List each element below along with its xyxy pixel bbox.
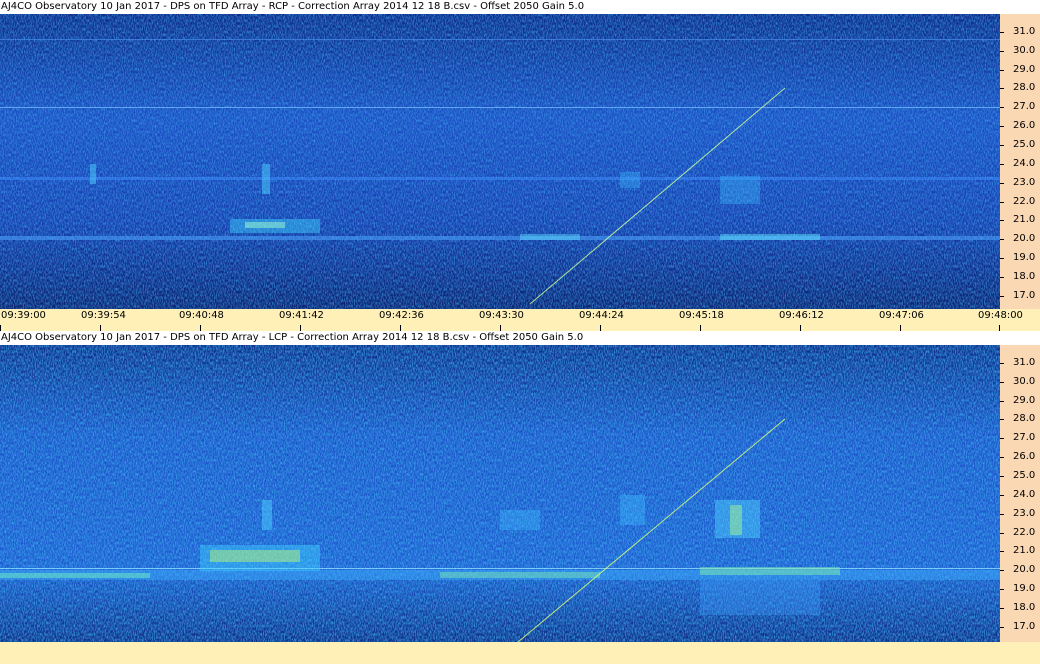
x-tick-label: 09:41:42 (279, 310, 324, 321)
y-tick (1000, 277, 1004, 278)
y-tick (1000, 126, 1004, 127)
spectrogram-lcp[interactable] (0, 345, 1000, 642)
y-tick-label: 20.0 (1013, 233, 1036, 244)
y-tick (1000, 627, 1004, 628)
frequency-axis-rcp: 31.0 30.0 29.0 28.0 27.0 26.0 25.0 24.0 … (1000, 14, 1040, 309)
y-tick (1000, 296, 1004, 297)
y-tick-label: 27.0 (1013, 101, 1036, 112)
y-tick-label: 28.0 (1013, 82, 1036, 93)
spectrogram-rcp-canvas (0, 14, 1000, 309)
y-tick (1000, 363, 1004, 364)
x-tick-label: 09:47:06 (879, 310, 924, 321)
y-tick-label: 19.0 (1013, 252, 1036, 263)
y-tick-label: 18.0 (1013, 271, 1036, 282)
spectrogram-lcp-canvas (0, 345, 1000, 642)
x-tick-label: 09:46:12 (779, 310, 824, 321)
y-tick (1000, 533, 1004, 534)
y-tick-label: 18.0 (1013, 602, 1036, 613)
panel-title-rcp: AJ4CO Observatory 10 Jan 2017 - DPS on T… (0, 0, 1040, 14)
y-tick-label: 31.0 (1013, 357, 1036, 368)
y-tick (1000, 220, 1004, 221)
x-tick-label: 09:42:36 (379, 310, 424, 321)
x-tick-label: 09:48:00 (978, 310, 1023, 321)
y-tick-label: 26.0 (1013, 120, 1036, 131)
spectrogram-rcp[interactable] (0, 14, 1000, 309)
x-tick-label: 09:45:18 (679, 310, 724, 321)
y-tick-label: 24.0 (1013, 158, 1036, 169)
y-tick (1000, 438, 1004, 439)
bottom-bar (0, 642, 1040, 664)
y-tick-label: 23.0 (1013, 508, 1036, 519)
y-tick-label: 25.0 (1013, 139, 1036, 150)
y-tick (1000, 382, 1004, 383)
y-tick (1000, 258, 1004, 259)
y-tick-label: 30.0 (1013, 376, 1036, 387)
y-tick (1000, 608, 1004, 609)
y-tick-label: 20.0 (1013, 564, 1036, 575)
y-tick-label: 24.0 (1013, 489, 1036, 500)
y-tick-label: 23.0 (1013, 177, 1036, 188)
frequency-axis-lcp: 31.0 30.0 29.0 28.0 27.0 26.0 25.0 24.0 … (1000, 345, 1040, 642)
y-tick (1000, 32, 1004, 33)
y-tick-label: 22.0 (1013, 527, 1036, 538)
y-tick (1000, 551, 1004, 552)
y-tick (1000, 164, 1004, 165)
x-tick-label: 09:44:24 (579, 310, 624, 321)
y-tick-label: 22.0 (1013, 196, 1036, 207)
y-tick-label: 27.0 (1013, 432, 1036, 443)
y-tick (1000, 457, 1004, 458)
y-tick (1000, 183, 1004, 184)
y-tick-label: 29.0 (1013, 64, 1036, 75)
y-tick-label: 17.0 (1013, 621, 1036, 632)
y-tick (1000, 145, 1004, 146)
y-tick-label: 28.0 (1013, 413, 1036, 424)
y-tick (1000, 88, 1004, 89)
y-tick-label: 26.0 (1013, 451, 1036, 462)
y-tick-label: 30.0 (1013, 45, 1036, 56)
y-tick-label: 29.0 (1013, 395, 1036, 406)
y-tick (1000, 476, 1004, 477)
y-tick (1000, 495, 1004, 496)
y-tick-label: 17.0 (1013, 290, 1036, 301)
y-tick-label: 19.0 (1013, 583, 1036, 594)
x-tick-label: 09:43:30 (479, 310, 524, 321)
y-tick (1000, 107, 1004, 108)
y-tick-label: 21.0 (1013, 545, 1036, 556)
y-tick (1000, 514, 1004, 515)
y-tick (1000, 419, 1004, 420)
y-tick-label: 25.0 (1013, 470, 1036, 481)
panel-title-lcp: AJ4CO Observatory 10 Jan 2017 - DPS on T… (0, 331, 1040, 345)
y-tick (1000, 70, 1004, 71)
x-tick-label: 09:40:48 (179, 310, 224, 321)
y-tick (1000, 202, 1004, 203)
y-tick-label: 21.0 (1013, 214, 1036, 225)
y-tick (1000, 51, 1004, 52)
y-tick (1000, 570, 1004, 571)
y-tick (1000, 589, 1004, 590)
time-axis: 09:39:00 09:39:54 09:40:48 09:41:42 09:4… (0, 309, 1040, 331)
y-tick-label: 31.0 (1013, 26, 1036, 37)
y-tick (1000, 239, 1004, 240)
x-tick-label: 09:39:00 (1, 310, 46, 321)
x-tick-label: 09:39:54 (81, 310, 126, 321)
y-tick (1000, 401, 1004, 402)
